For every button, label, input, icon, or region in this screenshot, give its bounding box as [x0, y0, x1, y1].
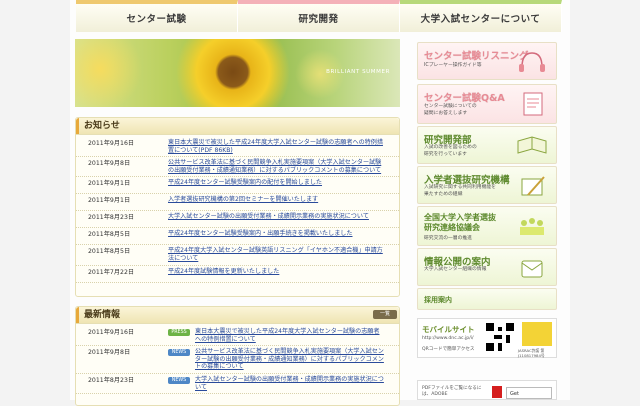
listening-sub: ICプレーヤー操作ガイド等: [424, 63, 482, 68]
pdf-text: PDFファイルをご覧になるには、ADOBE: [422, 386, 482, 397]
pdf-note-box: PDFファイルをご覧になるには、ADOBE Get: [417, 380, 557, 400]
list-item: 2011年9月16日 東日本大震災で被災した平成24年度大学入試センター試験の志願…: [76, 137, 399, 158]
document-icon: [523, 92, 543, 116]
rd-sub-2: 研究を行っています: [424, 152, 467, 157]
item-link[interactable]: 東日本大震災で被災した平成24年度大学入試センター試験の志願者への特例措置につい…: [195, 328, 399, 343]
qr-code-icon: [486, 323, 514, 351]
latest-list: 2011年9月16日 PRESS 東日本大震災で被災した平成24年度大学入試センター…: [76, 324, 399, 395]
pencil-icon: [521, 176, 545, 196]
mobile-qr-note: QRコードで簡単アクセス: [422, 347, 475, 352]
disclosure-title: 情報公開の案内: [424, 257, 491, 268]
list-item: 2011年7月22日 平成24年度試験情報を更新いたしました: [76, 266, 399, 283]
item-date: 2011年9月16日: [88, 140, 135, 147]
item-date: 2011年8月5日: [88, 248, 131, 256]
admission-sub-2: 果たすための組織: [424, 192, 463, 197]
notices-heading: お知らせ: [76, 118, 399, 135]
rd-banner[interactable]: 研究開発部 入試の改善を図るための 研究を行っています: [417, 126, 557, 164]
rd-title: 研究開発部: [424, 135, 472, 146]
top-navigation: センター試験 研究開発 大学入試センターについて: [76, 0, 562, 32]
item-date: 2011年9月1日: [88, 197, 131, 205]
list-item: 2011年9月8日 公共サービス改革法に基づく民間競争入札実施要項案（大学入試セン…: [76, 157, 399, 178]
jasrac-logo: [522, 322, 552, 346]
disclosure-banner[interactable]: 情報公開の案内 大学入試センター組織の情報: [417, 248, 557, 286]
notices-section: お知らせ 2011年9月16日 東日本大震災で被災した平成24年度大学入試センター…: [75, 117, 400, 297]
list-item: 2011年9月1日 平成24年度センター試験受験案内の配付を開始しました: [76, 177, 399, 195]
item-date: 2011年9月8日: [88, 349, 131, 357]
list-item: 2011年9月16日 PRESS 東日本大震災で被災した平成24年度大学入試センター…: [76, 326, 399, 347]
list-item: 2011年9月8日 NEWS 公共サービス改革法に基づく民間競争入札実施要項案（大学…: [76, 346, 399, 374]
mobile-title: モバイルサイト: [422, 325, 475, 334]
admission-title: 入学者選抜研究機構: [424, 175, 510, 186]
jasrac-text: JASRAC許諾 第J110817984号: [518, 348, 545, 358]
list-item: 2011年8月23日 大学入試センター試験の出願受付業務・成績開示業務の実施状況に…: [76, 211, 399, 229]
qa-sub-2: 疑問にお答えします: [424, 111, 468, 116]
nav-about[interactable]: 大学入試センターについて: [400, 0, 562, 32]
item-date: 2011年9月1日: [88, 180, 131, 188]
recruit-title: 採用案内: [424, 296, 452, 304]
recruit-banner[interactable]: 採用案内: [417, 288, 557, 310]
item-link[interactable]: 入学者選抜研究機構の第2回セミナーを開催いたします: [168, 196, 399, 204]
mailbox-icon: [521, 260, 543, 278]
item-link[interactable]: 東日本大震災で被災した平成24年度大学入試センター試験の志願者への特例措置につい…: [168, 139, 399, 154]
item-tag-badge: PRESS: [168, 329, 190, 336]
mobile-site-box[interactable]: モバイルサイト http://www.dnc.ac.jp/i/ QRコードで簡単…: [417, 318, 557, 358]
council-sub: 研究交流の一層の推進: [424, 236, 472, 241]
list-item: 2011年8月23日 NEWS 大学入試センター試験の出願受付業務・成績開示業務の実…: [76, 374, 399, 395]
listening-title: センター試験リスニング: [424, 51, 529, 62]
nav-center-exam[interactable]: センター試験: [76, 0, 238, 32]
qa-title: センター試験Q&A: [424, 93, 505, 104]
qa-banner[interactable]: センター試験Q&A センター試験についての 疑問にお答えします: [417, 84, 557, 124]
notices-list: 2011年9月16日 東日本大震災で被災した平成24年度大学入試センター試験の志願…: [76, 135, 399, 283]
adobe-logo: [492, 386, 502, 398]
item-link[interactable]: 大学入試センター試験の出願受付業務・成績開示業務の実施状況について: [195, 376, 399, 391]
item-date: 2011年8月23日: [88, 376, 135, 384]
list-item: 2011年8月5日 平成24年度大学入試センター試験英語リスニング「イヤホン不適合…: [76, 245, 399, 266]
latest-heading: 最新情報: [76, 307, 399, 324]
hero-caption: BRILLIANT SUMMER: [326, 69, 390, 75]
disclosure-sub: 大学入試センター組織の情報: [424, 267, 487, 272]
item-link[interactable]: 平成24年度大学入試センター試験英語リスニング「イヤホン不適合機」申請方法につい…: [168, 247, 399, 262]
item-link[interactable]: 平成24年度センター試験受験案内の配付を開始しました: [168, 179, 399, 187]
item-link[interactable]: 大学入試センター試験の出願受付業務・成績開示業務の実施状況について: [168, 213, 399, 221]
listening-banner[interactable]: センター試験リスニング ICプレーヤー操作ガイド等: [417, 42, 557, 80]
admission-sub-1: 入試研究に関する共同利用機能を: [424, 185, 496, 190]
rd-sub-1: 入試の改善を図るための: [424, 145, 477, 150]
item-date: 2011年8月23日: [88, 214, 135, 222]
admission-banner[interactable]: 入学者選抜研究機構 入試研究に関する共同利用機能を 果たすための組織: [417, 166, 557, 204]
more-button[interactable]: 一覧: [373, 310, 397, 319]
mobile-url[interactable]: http://www.dnc.ac.jp/i/: [422, 336, 474, 341]
latest-section: 最新情報 一覧 2011年9月16日 PRESS 東日本大震災で被災した平成24年度…: [75, 306, 400, 406]
people-icon: [520, 218, 544, 235]
nav-research[interactable]: 研究開発: [238, 0, 400, 32]
item-tag-badge: NEWS: [168, 349, 190, 357]
item-date: 2011年9月8日: [88, 160, 131, 168]
headphone-icon: [519, 52, 545, 72]
item-link[interactable]: 平成24年度試験情報を更新いたしました: [168, 268, 399, 276]
item-link[interactable]: 公共サービス改革法に基づく民間競争入札実施要項案（大学入試センター試験の出願受付…: [168, 159, 399, 174]
item-tag-badge: NEWS: [168, 376, 190, 384]
list-item: 2011年9月1日 入学者選抜研究機構の第2回セミナーを開催いたします: [76, 194, 399, 212]
book-icon: [517, 136, 547, 154]
council-banner[interactable]: 全国大学入学者選抜 研究連絡協議会 研究交流の一層の推進: [417, 206, 557, 246]
council-title-2: 研究連絡協議会: [424, 223, 480, 232]
get-reader-button[interactable]: Get: [506, 387, 552, 399]
item-date: 2011年9月16日: [88, 329, 135, 336]
item-date: 2011年8月5日: [88, 231, 131, 239]
qa-sub-1: センター試験についての: [424, 104, 477, 109]
item-date: 2011年7月22日: [88, 268, 135, 276]
page: センター試験 研究開発 大学入試センターについて BRILLIANT SUMME…: [70, 0, 570, 406]
hero-banner: BRILLIANT SUMMER: [75, 39, 400, 107]
list-item: 2011年8月5日 平成24年度センター試験受験案内・出願手続きを掲載いたしました: [76, 228, 399, 246]
item-link[interactable]: 平成24年度センター試験受験案内・出願手続きを掲載いたしました: [168, 230, 399, 238]
item-link[interactable]: 公共サービス改革法に基づく民間競争入札実施要項案（大学入試センター試験の出願受付…: [195, 348, 399, 371]
